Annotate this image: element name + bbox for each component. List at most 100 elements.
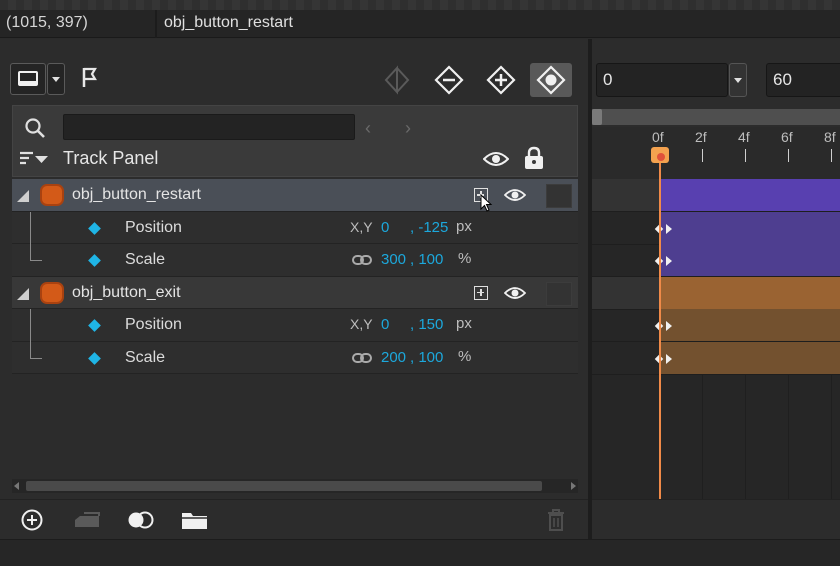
property-row-scale[interactable]: Scale 200 , 100 %: [12, 341, 578, 374]
flag-icon[interactable]: [80, 65, 106, 93]
timeline-panel: 0 60 0f 2f 4f 6f 8f: [592, 39, 840, 539]
tree-line: [30, 309, 31, 342]
unit-label: %: [458, 250, 472, 267]
ruler-label: 4f: [738, 129, 750, 145]
scroll-left-arrow-icon[interactable]: [14, 482, 19, 490]
sort-filter-icon[interactable]: [19, 150, 49, 172]
lock-all-icon[interactable]: [523, 146, 545, 174]
selected-object-name: obj_button_restart: [164, 14, 293, 31]
scroll-right-arrow-icon[interactable]: [571, 482, 576, 490]
clip-scale-channel[interactable]: [660, 342, 840, 374]
property-name: Scale: [125, 348, 166, 366]
timeline-row[interactable]: [592, 244, 840, 277]
track-lock-toggle[interactable]: [546, 281, 572, 306]
unit-label: %: [458, 347, 472, 365]
property-name: Scale: [125, 251, 166, 268]
unit-label: px: [456, 315, 472, 332]
clip-obj-button-restart[interactable]: [660, 179, 840, 211]
keyframe-diamond-icon: [88, 254, 101, 267]
tree-line: [30, 244, 31, 260]
dopesheet[interactable]: 0f 2f 4f 6f 8f: [592, 127, 840, 539]
clip-obj-button-exit[interactable]: [660, 277, 840, 309]
timeline-row[interactable]: [592, 342, 840, 375]
link-icon[interactable]: [352, 253, 372, 270]
status-divider: [155, 10, 157, 38]
link-icon[interactable]: [352, 351, 372, 368]
track-name: obj_button_exit: [72, 283, 181, 301]
frame-dropdown[interactable]: [729, 63, 747, 97]
scale-x-value[interactable]: 300: [381, 251, 406, 268]
keyframe-diamond-icon: [88, 221, 101, 235]
property-row-position[interactable]: Position X,Y 0 , -125 px: [12, 211, 578, 245]
remove-keyframe-icon[interactable]: [428, 63, 470, 97]
position-x-value[interactable]: 0: [381, 316, 389, 333]
prev-keyframe-icon[interactable]: [376, 63, 418, 97]
timeline-footer: [592, 499, 840, 539]
playhead-handle[interactable]: [651, 147, 669, 163]
timeline-row[interactable]: [592, 179, 840, 212]
position-y-value[interactable]: , -125: [410, 219, 448, 236]
track-row-obj-button-restart[interactable]: obj_button_restart: [12, 179, 578, 212]
ruler-tick: [702, 149, 703, 162]
track-panel-header: ‹ › Track Panel: [12, 105, 578, 177]
add-property-icon[interactable]: [474, 285, 488, 300]
track-visibility-icon[interactable]: [503, 187, 527, 207]
track-list-horizontal-scrollbar[interactable]: [12, 479, 578, 493]
add-keyframe-icon[interactable]: [480, 63, 522, 97]
track-visibility-icon[interactable]: [503, 285, 527, 305]
unit-label: px: [456, 217, 472, 235]
clip-position-channel[interactable]: [660, 309, 840, 341]
track-name: obj_button_restart: [72, 186, 201, 203]
track-row-obj-button-exit[interactable]: obj_button_exit: [12, 276, 578, 309]
track-panel-footer: [0, 499, 588, 539]
position-x-value[interactable]: 0: [381, 219, 389, 236]
search-next-arrow-icon[interactable]: ›: [405, 118, 411, 139]
ruler-tick: [745, 149, 746, 162]
ruler-label: 8f: [824, 129, 836, 145]
add-track-icon[interactable]: [20, 508, 44, 536]
sequence-track-panel: ‹ › Track Panel obj_button_restart Posit…: [0, 39, 588, 539]
tree-line: [30, 211, 31, 245]
status-bar: (1015, 397) obj_button_restart: [0, 10, 840, 38]
track-lock-toggle[interactable]: [546, 184, 572, 208]
collapse-triangle-icon[interactable]: [17, 190, 29, 202]
scale-y-value[interactable]: , 100: [410, 251, 443, 268]
track-list: obj_button_restart Position X,Y 0 , -125…: [12, 179, 578, 374]
view-mode-button[interactable]: [10, 63, 46, 95]
screen-icon: [18, 71, 38, 86]
search-prev-arrow-icon[interactable]: ‹: [365, 118, 371, 139]
property-row-position[interactable]: Position X,Y 0 , 150 px: [12, 309, 578, 342]
collapse-triangle-icon[interactable]: [17, 287, 29, 300]
clip-position-channel[interactable]: [660, 212, 840, 244]
timeline-row[interactable]: [592, 277, 840, 310]
clip-scale-channel[interactable]: [660, 244, 840, 276]
blend-mode-icon[interactable]: [126, 508, 156, 536]
track-search-input[interactable]: [63, 114, 355, 140]
timeline-row[interactable]: [592, 309, 840, 342]
keyframe-diamond-icon: [88, 319, 101, 332]
xy-label: X,Y: [350, 218, 373, 235]
frame-ruler[interactable]: 0f 2f 4f 6f 8f: [592, 127, 840, 179]
view-mode-dropdown[interactable]: [47, 63, 65, 95]
record-keyframe-icon[interactable]: [530, 63, 572, 97]
timeline-scroll-handle[interactable]: [592, 109, 602, 125]
scale-x-value[interactable]: 200: [381, 349, 406, 366]
scrollbar-thumb[interactable]: [26, 481, 542, 491]
folder-icon[interactable]: [180, 508, 210, 536]
tree-line: [30, 357, 42, 359]
end-frame-input[interactable]: 60: [766, 63, 840, 97]
bottom-status-strip: [0, 539, 840, 566]
playhead-line[interactable]: [659, 161, 661, 533]
scale-y-value[interactable]: , 100: [410, 349, 443, 366]
ruler-label: 2f: [695, 129, 707, 145]
visibility-all-icon[interactable]: [482, 150, 510, 172]
delete-track-icon[interactable]: [546, 508, 566, 536]
property-row-scale[interactable]: Scale 300 , 100 %: [12, 244, 578, 277]
position-y-value[interactable]: , 150: [410, 316, 443, 333]
add-clip-icon[interactable]: [72, 508, 102, 536]
timeline-row[interactable]: [592, 212, 840, 245]
current-frame-input[interactable]: 0: [596, 63, 728, 97]
track-panel-title: Track Panel: [63, 148, 159, 168]
timeline-scrollbar[interactable]: [592, 109, 840, 125]
top-strip: [0, 0, 840, 10]
